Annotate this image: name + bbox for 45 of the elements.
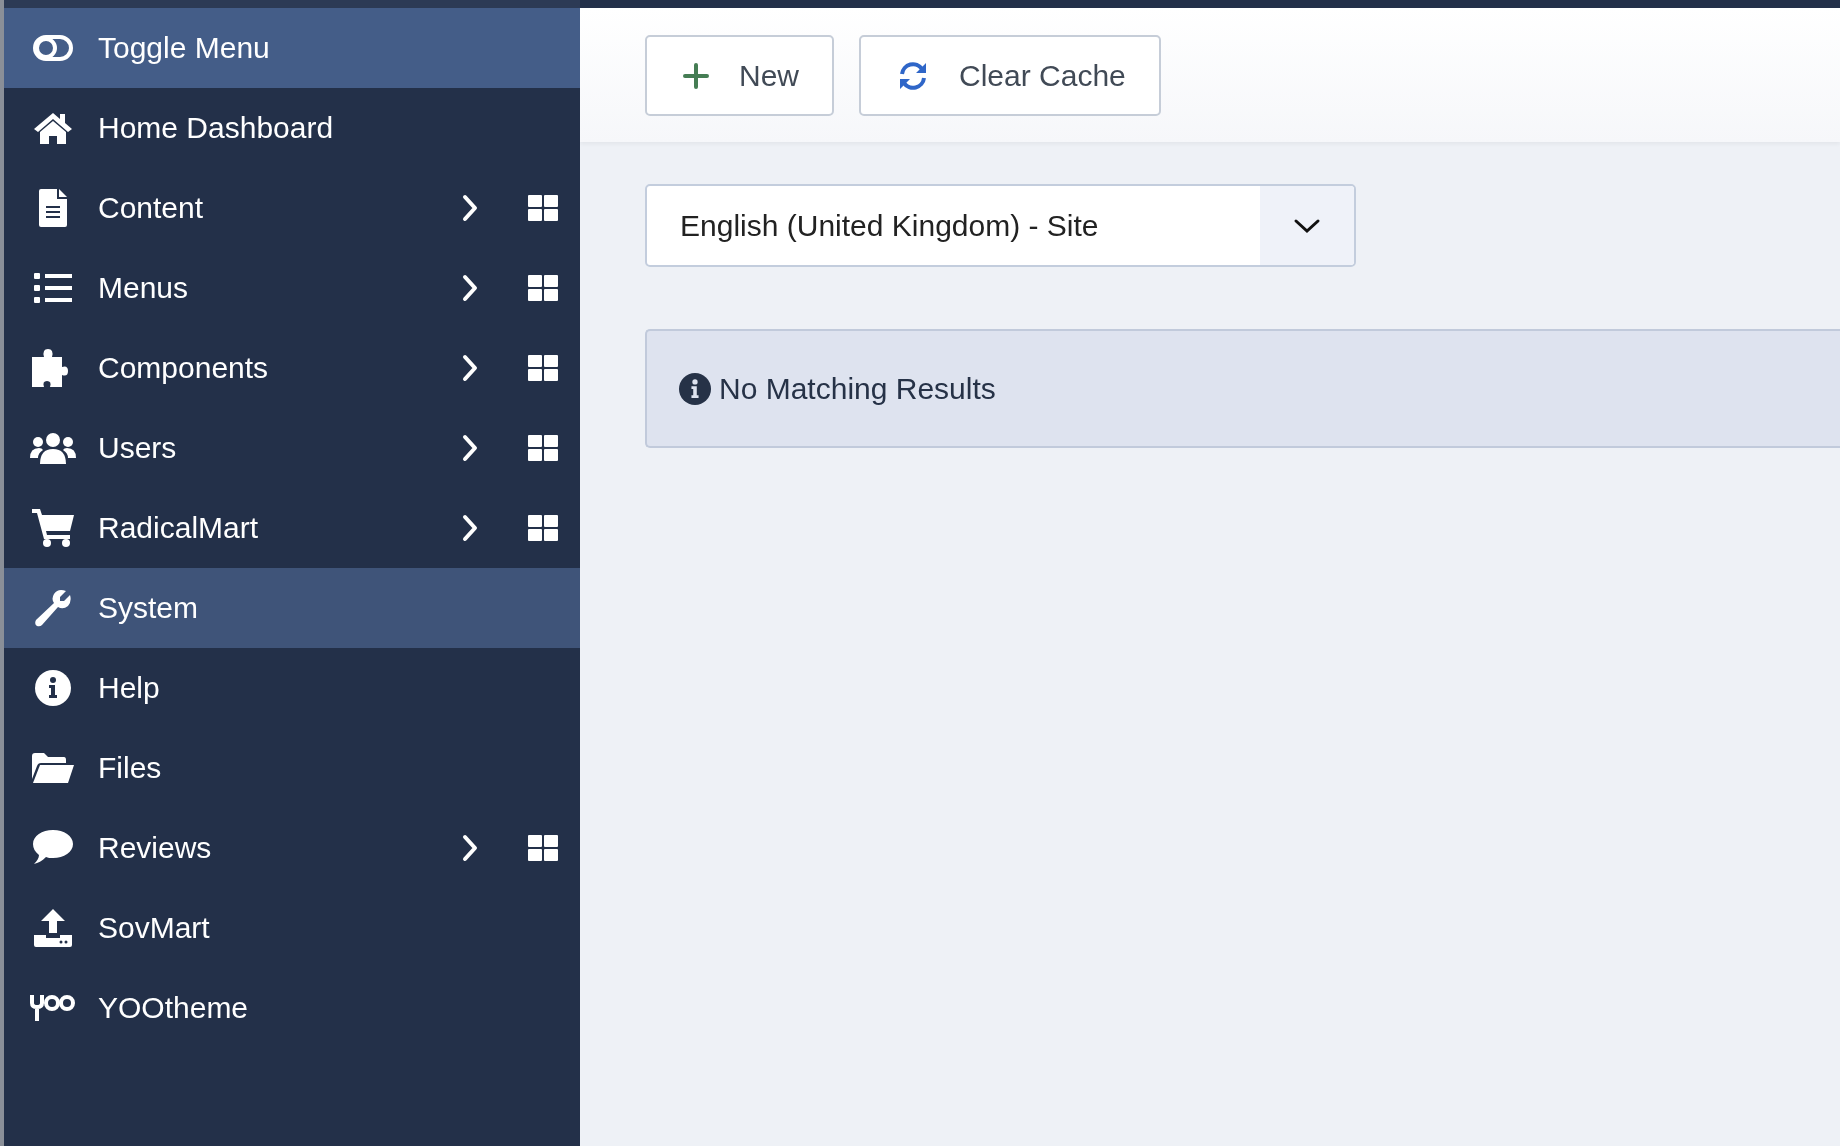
toggle-icon: [33, 35, 73, 61]
chevron-down-icon: [1293, 217, 1321, 234]
sidebar-menu-item[interactable]: RadicalMart: [4, 488, 580, 568]
sidebar-menu-item[interactable]: Reviews: [4, 808, 580, 888]
dashboard-grid-icon[interactable]: [528, 275, 558, 301]
upload-icon: [34, 909, 72, 947]
toggle-menu-button[interactable]: Toggle Menu: [4, 8, 580, 88]
cart-icon: [32, 509, 74, 547]
sidebar-menu-item[interactable]: Files: [4, 728, 580, 808]
sidebar-menu-item[interactable]: SovMart: [4, 888, 580, 968]
folder-icon: [32, 753, 74, 783]
sidebar-menu-item[interactable]: YOOtheme: [4, 968, 580, 1048]
new-button[interactable]: New: [645, 35, 834, 116]
list-icon: [34, 273, 72, 303]
refresh-icon: [897, 59, 929, 92]
dashboard-grid-icon[interactable]: [528, 835, 558, 861]
dashboard-grid-icon[interactable]: [528, 435, 558, 461]
sidebar-menu-item[interactable]: Users: [4, 408, 580, 488]
sidebar-menu-item[interactable]: Menus: [4, 248, 580, 328]
dashboard-grid-icon[interactable]: [528, 515, 558, 541]
info-icon: [35, 670, 71, 706]
sidebar-menu-item[interactable]: Components: [4, 328, 580, 408]
chevron-right-icon[interactable]: [462, 194, 478, 222]
document-icon: [39, 189, 67, 227]
language-select[interactable]: English (United Kingdom) - Site: [645, 184, 1356, 267]
dashboard-grid-icon[interactable]: [528, 195, 558, 221]
chevron-right-icon[interactable]: [462, 354, 478, 382]
users-icon: [30, 432, 76, 464]
info-icon: [679, 372, 711, 405]
speech-bubble-icon: [33, 830, 73, 866]
chevron-right-icon[interactable]: [462, 834, 478, 862]
sidebar-menu-item[interactable]: Content: [4, 168, 580, 248]
yoo-logo-icon: [30, 995, 76, 1021]
sidebar-menu-item[interactable]: System: [4, 568, 580, 648]
plus-icon: [683, 62, 709, 89]
alert-message: No Matching Results: [719, 371, 996, 406]
clear-cache-button[interactable]: Clear Cache: [859, 35, 1161, 116]
chevron-right-icon[interactable]: [462, 514, 478, 542]
dashboard-grid-icon[interactable]: [528, 355, 558, 381]
home-icon: [32, 111, 74, 145]
wrench-icon: [34, 589, 72, 627]
chevron-right-icon[interactable]: [462, 434, 478, 462]
sidebar-menu-item[interactable]: Home Dashboard: [4, 88, 580, 168]
sidebar-menu-item[interactable]: Help: [4, 648, 580, 728]
chevron-right-icon[interactable]: [462, 274, 478, 302]
